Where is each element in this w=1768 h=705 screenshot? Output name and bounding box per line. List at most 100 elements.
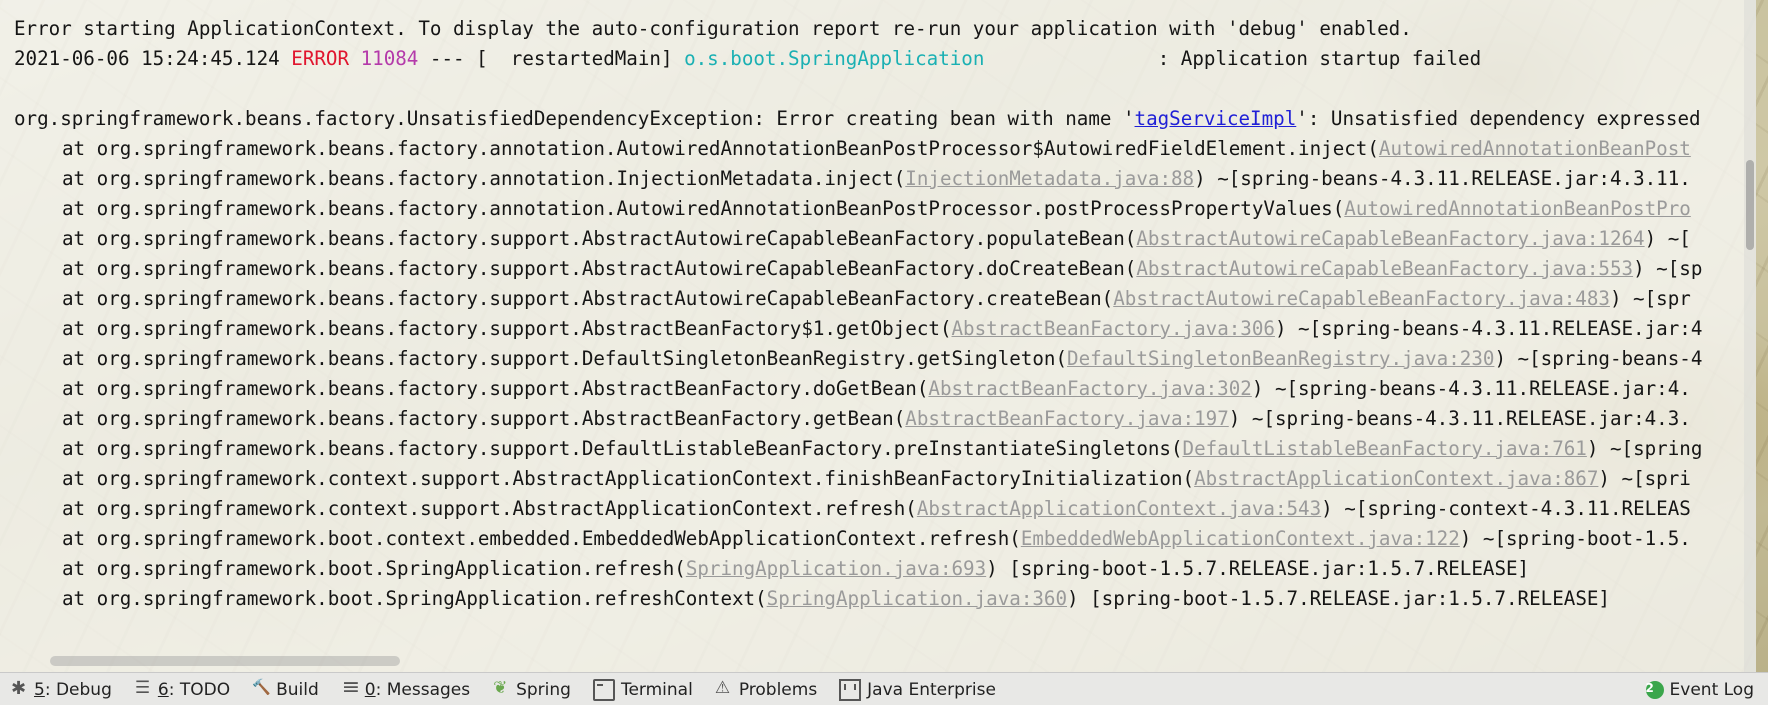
stack-frame-line: at org.springframework.boot.SpringApplic…: [14, 585, 1610, 613]
stack-frame-method: at org.springframework.beans.factory.ann…: [62, 167, 906, 190]
source-file-link[interactable]: AbstractAutowireCapableBeanFactory.java:…: [1136, 227, 1644, 250]
stack-frame-line: at org.springframework.boot.context.embe…: [14, 525, 1691, 553]
stack-frame-jar: ) ~[spring-beans-4.3.11.RELEASE.jar:4: [1274, 317, 1703, 340]
messages-tool-button[interactable]: 0: Messages: [331, 673, 482, 705]
source-file-link[interactable]: AbstractBeanFactory.java:306: [952, 317, 1275, 340]
bug-icon: [10, 678, 28, 699]
source-file-link[interactable]: EmbeddedWebApplicationContext.java:122: [1021, 527, 1460, 550]
exception-prefix: org.springframework.beans.factory.Unsati…: [14, 107, 1135, 130]
source-file-link[interactable]: AbstractAutowireCapableBeanFactory.java:…: [1136, 257, 1633, 280]
source-file-link[interactable]: AbstractApplicationContext.java:543: [917, 497, 1321, 520]
stack-frame-method: at org.springframework.context.support.A…: [62, 497, 917, 520]
stack-frame-method: at org.springframework.beans.factory.sup…: [62, 317, 952, 340]
source-file-link[interactable]: DefaultListableBeanFactory.java:761: [1183, 437, 1587, 460]
problems-tool-button[interactable]: Problems: [705, 673, 829, 705]
event-log-icon: 2: [1645, 680, 1664, 699]
stack-frame-line: at org.springframework.beans.factory.sup…: [14, 285, 1691, 313]
stack-frame-method: at org.springframework.beans.factory.sup…: [62, 347, 1068, 370]
vertical-scroll-thumb[interactable]: [1746, 160, 1754, 250]
stack-frame-jar: ) ~[spring-beans-4: [1494, 347, 1703, 370]
todo-label: : TODO: [168, 679, 231, 700]
hammer-icon: [252, 678, 271, 699]
tool-window-bar: 5: Debug 6: TODO Build 0: Messages Sprin…: [0, 672, 1768, 705]
exception-suffix: ': Unsatisfied dependency expressed: [1296, 107, 1701, 130]
run-console-output[interactable]: Error starting ApplicationContext. To di…: [0, 0, 1756, 672]
stack-frame-line: at org.springframework.beans.factory.sup…: [14, 255, 1702, 283]
source-file-link[interactable]: InjectionMetadata.java:88: [905, 167, 1194, 190]
source-file-link[interactable]: AbstractApplicationContext.java:867: [1194, 467, 1598, 490]
stack-frame-line: at org.springframework.beans.factory.sup…: [14, 225, 1691, 253]
stack-frame-jar: ) ~[sp: [1633, 257, 1703, 280]
stack-frame-jar: ) ~[spr: [1609, 287, 1691, 310]
stack-frame-jar: ) ~[: [1644, 227, 1691, 250]
stack-frame-jar: ) ~[spring-beans-4.3.11.RELEASE.jar:4.3.…: [1194, 167, 1691, 190]
stack-frame-method: at org.springframework.beans.factory.sup…: [62, 437, 1183, 460]
console-line-log-entry: 2021-06-06 15:24:45.124 ERROR 11084 --- …: [14, 45, 1481, 73]
source-file-link[interactable]: AutowiredAnnotationBeanPostPro: [1344, 197, 1691, 220]
debug-label: : Debug: [44, 679, 112, 700]
stack-frame-method: at org.springframework.beans.factory.sup…: [62, 377, 929, 400]
source-file-link[interactable]: AbstractAutowireCapableBeanFactory.java:…: [1113, 287, 1610, 310]
stack-frame-line: at org.springframework.beans.factory.sup…: [14, 435, 1702, 463]
stack-frame-jar: ) [spring-boot-1.5.7.RELEASE.jar:1.5.7.R…: [1067, 587, 1610, 610]
stack-frame-jar: ) ~[spring-boot-1.5.: [1459, 527, 1691, 550]
horizontal-scroll-thumb[interactable]: [50, 656, 400, 666]
spring-leaf-icon: [492, 678, 510, 699]
stack-frame-line: at org.springframework.beans.factory.sup…: [14, 405, 1691, 433]
stack-frame-jar: ) [spring-boot-1.5.7.RELEASE.jar:1.5.7.R…: [986, 557, 1530, 580]
stack-frame-method: at org.springframework.beans.factory.sup…: [62, 287, 1114, 310]
spring-tool-button[interactable]: Spring: [482, 673, 583, 705]
stack-frame-line: at org.springframework.beans.factory.ann…: [14, 195, 1691, 223]
debug-tool-button[interactable]: 5: Debug: [0, 673, 124, 705]
event-log-tool-button[interactable]: 2 Event Log: [1636, 673, 1768, 705]
messages-label: : Messages: [375, 679, 471, 700]
log-logger: o.s.boot.SpringApplication: [684, 47, 985, 70]
stack-frame-method: at org.springframework.boot.SpringApplic…: [62, 587, 767, 610]
log-timestamp: 2021-06-06 15:24:45.124: [14, 47, 280, 70]
source-file-link[interactable]: SpringApplication.java:693: [686, 557, 986, 580]
list-icon: [134, 678, 152, 699]
stack-frame-method: at org.springframework.beans.factory.sup…: [62, 257, 1137, 280]
java-ee-icon: [839, 678, 862, 701]
stack-frame-jar: ) ~[spring-beans-4.3.11.RELEASE.jar:4.3.: [1228, 407, 1691, 430]
log-pid: 11084: [360, 47, 419, 70]
warning-icon: [715, 678, 733, 699]
stack-frame-line: at org.springframework.beans.factory.sup…: [14, 345, 1702, 373]
stack-frame-method: at org.springframework.context.support.A…: [62, 467, 1195, 490]
terminal-label: Terminal: [620, 679, 693, 700]
debug-key: 5: [34, 679, 45, 700]
java-enterprise-label: Java Enterprise: [867, 679, 996, 700]
stack-frame-line: at org.springframework.beans.factory.ann…: [14, 135, 1691, 163]
source-file-link[interactable]: AbstractBeanFactory.java:197: [905, 407, 1228, 430]
stack-frame-jar: ) ~[spring-beans-4.3.11.RELEASE.jar:4.: [1251, 377, 1691, 400]
stack-frame-method: at org.springframework.beans.factory.sup…: [62, 227, 1137, 250]
event-log-label: Event Log: [1669, 679, 1754, 700]
source-file-link[interactable]: AbstractBeanFactory.java:302: [928, 377, 1251, 400]
stack-frame-jar: ) ~[spring-context-4.3.11.RELEAS: [1321, 497, 1691, 520]
source-file-link[interactable]: DefaultSingletonBeanRegistry.java:230: [1067, 347, 1494, 370]
stack-frame-jar: ) ~[spring: [1586, 437, 1703, 460]
console-line-error-context: Error starting ApplicationContext. To di…: [14, 17, 1412, 40]
stack-frame-line: at org.springframework.beans.factory.sup…: [14, 315, 1702, 343]
bean-link[interactable]: tagServiceImpl: [1135, 107, 1297, 130]
stack-frame-line: at org.springframework.beans.factory.ann…: [14, 165, 1691, 193]
stack-frame-line: at org.springframework.context.support.A…: [14, 465, 1691, 493]
console-line-exception: org.springframework.beans.factory.Unsati…: [14, 105, 1701, 133]
messages-key: 0: [364, 679, 376, 700]
spring-label: Spring: [516, 679, 571, 700]
stack-frame-line: at org.springframework.beans.factory.sup…: [14, 375, 1691, 403]
vertical-scrollbar[interactable]: [1744, 0, 1756, 672]
todo-key: 6: [157, 679, 169, 700]
log-message: : Application startup failed: [984, 47, 1482, 70]
build-tool-button[interactable]: Build: [242, 673, 331, 705]
stack-frame-method: at org.springframework.beans.factory.sup…: [62, 407, 906, 430]
todo-tool-button[interactable]: 6: TODO: [124, 673, 242, 705]
log-level: ERROR: [291, 47, 350, 70]
source-file-link[interactable]: AutowiredAnnotationBeanPost: [1379, 137, 1691, 160]
stack-frame-method: at org.springframework.beans.factory.ann…: [62, 197, 1345, 220]
source-file-link[interactable]: SpringApplication.java:360: [767, 587, 1067, 610]
java-enterprise-tool-button[interactable]: Java Enterprise: [829, 673, 1008, 705]
stack-frame-jar: ) ~[spri: [1598, 467, 1691, 490]
stack-frame-method: at org.springframework.boot.SpringApplic…: [62, 557, 686, 580]
terminal-tool-button[interactable]: Terminal: [583, 673, 705, 705]
